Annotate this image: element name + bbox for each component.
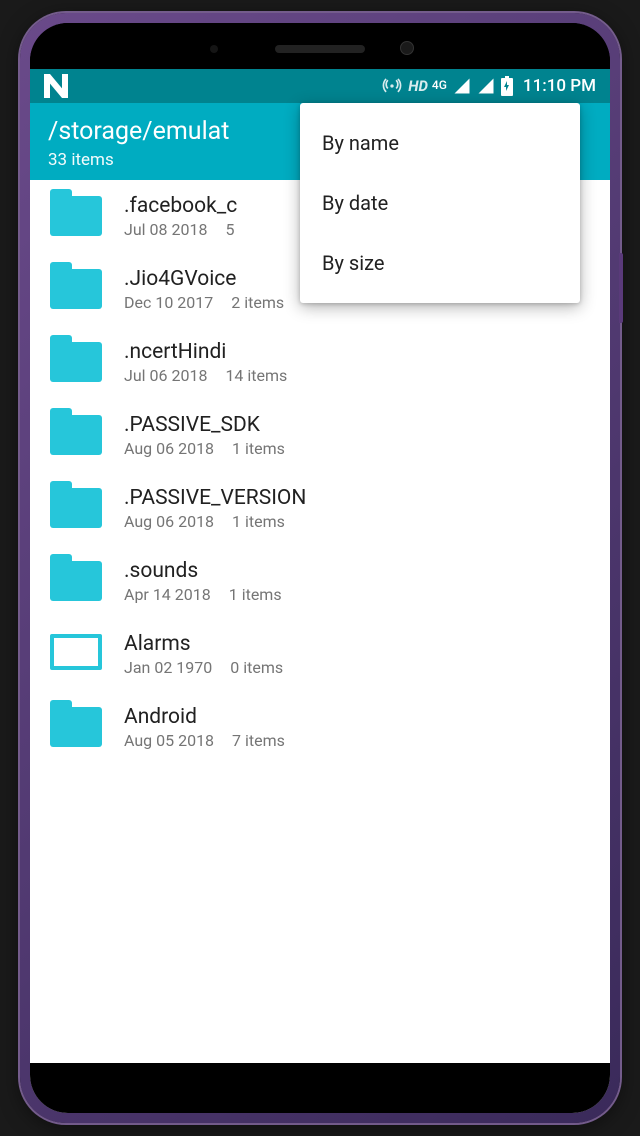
status-bar: HD 4G 11:10 PM (30, 69, 610, 103)
file-meta: Aug 06 2018 1 items (124, 512, 590, 531)
sort-menu-item[interactable]: By date (300, 173, 580, 233)
file-count-label: 1 items (232, 512, 285, 531)
file-name-label: .PASSIVE_SDK (124, 413, 590, 437)
list-item-text: .PASSIVE_VERSION Aug 06 2018 1 items (124, 486, 590, 531)
list-item[interactable]: .ncertHindi Jul 06 2018 14 items (30, 326, 610, 399)
list-item-text: Android Aug 05 2018 7 items (124, 705, 590, 750)
file-date-label: Aug 06 2018 (124, 512, 214, 531)
phone-notch (30, 23, 610, 69)
sort-menu-item[interactable]: By name (300, 113, 580, 173)
list-item[interactable]: Android Aug 05 2018 7 items (30, 691, 610, 764)
file-date-label: Aug 06 2018 (124, 439, 214, 458)
signal-icon-2 (477, 77, 495, 95)
speaker (275, 45, 365, 53)
folder-icon (50, 269, 102, 311)
file-meta: Jan 02 1970 0 items (124, 658, 590, 677)
file-name-label: .PASSIVE_VERSION (124, 486, 590, 510)
list-item-text: Alarms Jan 02 1970 0 items (124, 632, 590, 677)
folder-icon (50, 342, 102, 384)
file-name-label: .ncertHindi (124, 340, 590, 364)
battery-charging-icon (501, 76, 513, 96)
file-count-label: 0 items (230, 658, 283, 677)
phone-screen: HD 4G 11:10 PM /storage/emulat 33 items … (30, 23, 610, 1113)
list-item-text: .ncertHindi Jul 06 2018 14 items (124, 340, 590, 385)
file-date-label: Jul 08 2018 (124, 220, 207, 239)
file-meta: Jul 06 2018 14 items (124, 366, 590, 385)
file-meta: Aug 06 2018 1 items (124, 439, 590, 458)
file-list[interactable]: .facebook_cJul 08 20185.Jio4GVoiceDec 10… (30, 180, 610, 1113)
list-item[interactable]: .sounds Apr 14 2018 1 items (30, 545, 610, 618)
folder-icon (50, 196, 102, 238)
file-date-label: Aug 05 2018 (124, 731, 214, 750)
folder-icon (50, 707, 102, 749)
file-count-label: 1 items (229, 585, 282, 604)
file-count-label: 5 (225, 220, 234, 239)
file-count-label: 1 items (232, 439, 285, 458)
folder-icon (50, 488, 102, 530)
list-item[interactable]: .PASSIVE_SDK Aug 06 2018 1 items (30, 399, 610, 472)
hd-label: HD (408, 77, 428, 95)
folder-outline-icon (50, 634, 102, 676)
sort-menu: By nameBy dateBy size (300, 103, 580, 303)
status-left (44, 74, 68, 98)
android-n-icon (44, 74, 68, 98)
file-name-label: .sounds (124, 559, 590, 583)
file-date-label: Jan 02 1970 (124, 658, 212, 677)
front-camera (400, 41, 414, 55)
file-count-label: 2 items (231, 293, 284, 312)
folder-icon (50, 415, 102, 457)
phone-side-button (619, 253, 623, 323)
network-label: 4G (432, 78, 447, 92)
list-item-text: .sounds Apr 14 2018 1 items (124, 559, 590, 604)
hotspot-icon (382, 76, 402, 96)
bottom-bezel (30, 1063, 610, 1113)
phone-frame: HD 4G 11:10 PM /storage/emulat 33 items … (20, 13, 620, 1123)
file-meta: Aug 05 2018 7 items (124, 731, 590, 750)
sort-menu-item[interactable]: By size (300, 233, 580, 293)
sensor (210, 45, 218, 53)
list-item-text: .PASSIVE_SDK Aug 06 2018 1 items (124, 413, 590, 458)
file-meta: Apr 14 2018 1 items (124, 585, 590, 604)
clock-label: 11:10 PM (523, 76, 596, 96)
file-date-label: Jul 06 2018 (124, 366, 207, 385)
file-date-label: Dec 10 2017 (124, 293, 213, 312)
list-item[interactable]: .PASSIVE_VERSION Aug 06 2018 1 items (30, 472, 610, 545)
file-name-label: Android (124, 705, 590, 729)
list-item[interactable]: Alarms Jan 02 1970 0 items (30, 618, 610, 691)
folder-icon (50, 561, 102, 603)
status-icons: HD 4G 11:10 PM (382, 76, 596, 96)
signal-icon-1 (453, 77, 471, 95)
file-count-label: 14 items (225, 366, 287, 385)
file-date-label: Apr 14 2018 (124, 585, 211, 604)
file-name-label: Alarms (124, 632, 590, 656)
file-count-label: 7 items (232, 731, 285, 750)
